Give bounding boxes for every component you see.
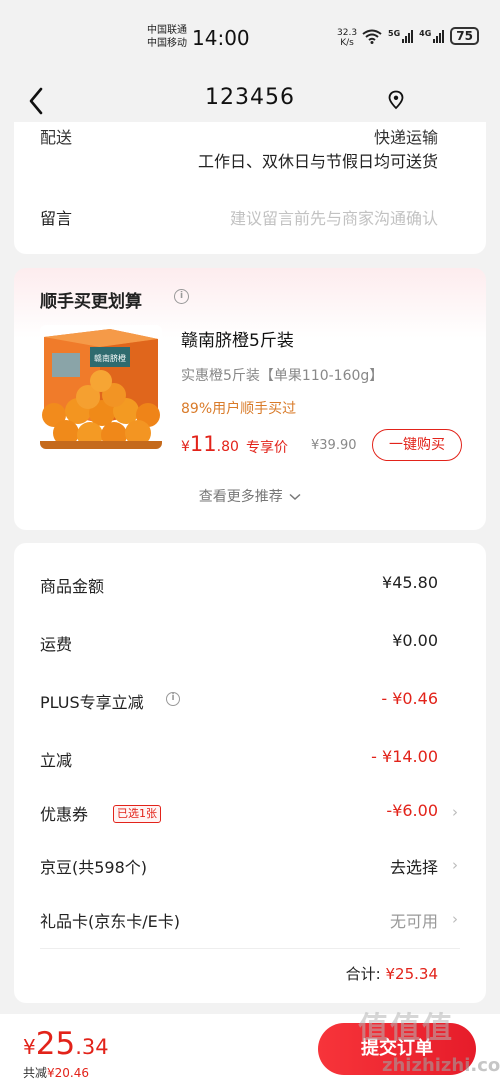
total-line: 合计: ¥25.34 xyxy=(346,963,438,984)
chevron-right-icon: › xyxy=(452,910,458,928)
total-value: ¥25.34 xyxy=(385,965,439,983)
clock: 14:00 xyxy=(192,26,250,50)
carrier-1: 中国联通 xyxy=(147,25,187,36)
discount-value: - ¥14.00 xyxy=(371,747,438,766)
location-pin-icon[interactable] xyxy=(387,90,405,110)
network-type-2: 4G xyxy=(419,29,432,38)
carrier-2: 中国移动 xyxy=(147,38,187,49)
delivery-label: 配送 xyxy=(40,128,73,147)
summary-row-giftcard[interactable]: 礼品卡(京东卡/E卡) 无可用 › xyxy=(14,904,486,934)
watermark-url: zhizhizhi.com xyxy=(382,1055,500,1076)
order-confirm-page: 中国联通 中国移动 14:00 32.3 K/s 5G 4G 75 123456… xyxy=(0,0,500,1083)
buy-percent-text: 89%用户顺手买过 xyxy=(181,401,297,417)
giftcard-value: 无可用 xyxy=(389,912,438,931)
saved-amount: 共减¥20.46 xyxy=(23,1064,89,1081)
price-label: 专享价 xyxy=(246,440,288,456)
jingdou-value: 去选择 xyxy=(389,858,438,877)
delivery-method[interactable]: 快递运输 xyxy=(374,124,438,148)
signal-4g-icon: 4G xyxy=(419,29,445,43)
product-name[interactable]: 赣南脐橙5斤装 xyxy=(181,326,294,351)
goods-amount-label: 商品金额 xyxy=(40,577,105,596)
orange-box-image: 赣南脐橙 xyxy=(40,325,162,449)
saved-value: ¥20.46 xyxy=(47,1066,90,1080)
message-input[interactable]: 建议留言前先与商家沟通确认 xyxy=(230,205,438,229)
plus-info-icon[interactable]: i xyxy=(166,692,180,706)
page-title: 123456 xyxy=(205,85,295,110)
network-type-1: 5G xyxy=(388,29,401,38)
product-image[interactable]: 赣南脐橙 xyxy=(40,325,162,449)
shipping-value: ¥0.00 xyxy=(392,631,438,650)
recommend-title: 顺手买更划算 xyxy=(40,292,142,312)
summary-row-jingdou[interactable]: 京豆(共598个) 去选择 › xyxy=(14,850,486,880)
carrier-names: 中国联通 中国移动 xyxy=(147,24,187,50)
price-symbol: ¥ xyxy=(181,439,190,455)
product-spec: 实惠橙5斤装【单果110-160g】 xyxy=(181,368,384,384)
more-recommendations-link[interactable]: 查看更多推荐 xyxy=(14,486,486,506)
box-label: 赣南脐橙 xyxy=(94,353,126,363)
saved-label: 共减 xyxy=(23,1066,48,1080)
info-icon[interactable]: i xyxy=(174,289,189,304)
summary-row-discount: 立减 - ¥14.00 xyxy=(14,743,486,773)
message-label: 留言 xyxy=(40,209,73,228)
divider xyxy=(40,948,460,949)
more-label: 查看更多推荐 xyxy=(198,489,283,505)
giftcard-label: 礼品卡(京东卡/E卡) xyxy=(40,912,180,931)
coupon-label: 优惠券 xyxy=(40,805,89,824)
plus-discount-value: - ¥0.46 xyxy=(381,689,438,708)
status-bar: 中国联通 中国移动 14:00 32.3 K/s 5G 4G 75 xyxy=(0,0,500,70)
pay-integer: 25 xyxy=(35,1026,76,1062)
network-speed: 32.3 K/s xyxy=(337,28,357,48)
chevron-down-icon xyxy=(289,493,301,501)
price-decimal: .80 xyxy=(216,439,239,455)
battery-icon: 75 xyxy=(450,27,479,45)
total-label: 合计: xyxy=(345,965,381,983)
one-click-buy-button[interactable]: 一键购买 xyxy=(372,429,462,461)
chevron-right-icon: › xyxy=(452,856,458,874)
pay-symbol: ¥ xyxy=(23,1035,36,1059)
jingdou-label: 京豆(共598个) xyxy=(40,858,148,877)
plus-discount-label: PLUS专享立减 xyxy=(40,693,144,712)
delivery-time[interactable]: 工作日、双休日与节假日均可送货 xyxy=(198,148,438,172)
original-price: ¥39.90 xyxy=(311,438,357,453)
coupon-value: -¥6.00 xyxy=(386,801,438,820)
recommend-card: 顺手买更划算 i 赣南脐橙 赣南脐橙5斤装 实惠橙5斤装【单果110-160g】… xyxy=(14,268,486,530)
summary-row-plus: PLUS专享立减 i - ¥0.46 xyxy=(14,685,486,715)
speed-value: 32.3 xyxy=(337,28,358,38)
delivery-card: 配送 快递运输 工作日、双休日与节假日均可送货 留言 建议留言前先与商家沟通确认 xyxy=(14,122,486,254)
pay-amount: ¥25.34 xyxy=(23,1026,109,1062)
chevron-right-icon: › xyxy=(452,803,458,821)
summary-row-coupon[interactable]: 优惠券 已选1张 -¥6.00 › xyxy=(14,797,486,827)
watermark-logo: 值值值 xyxy=(358,1011,454,1046)
shipping-label: 运费 xyxy=(40,635,73,654)
summary-row-goods: 商品金额 ¥45.80 xyxy=(14,569,486,599)
speed-unit: K/s xyxy=(340,38,354,48)
exclusive-price: ¥11.80 xyxy=(181,432,239,456)
price-summary-card: 商品金额 ¥45.80 运费 ¥0.00 PLUS专享立减 i - ¥0.46 … xyxy=(14,543,486,1003)
price-integer: 11 xyxy=(189,432,217,456)
signal-5g-icon: 5G xyxy=(388,29,414,43)
wifi-icon xyxy=(362,29,382,44)
pay-decimal: .34 xyxy=(75,1035,109,1059)
coupon-selected-badge: 已选1张 xyxy=(113,805,161,823)
status-icons: 5G 4G 75 xyxy=(362,27,479,45)
summary-row-shipping: 运费 ¥0.00 xyxy=(14,627,486,657)
discount-label: 立减 xyxy=(40,751,73,770)
goods-amount-value: ¥45.80 xyxy=(382,573,438,592)
